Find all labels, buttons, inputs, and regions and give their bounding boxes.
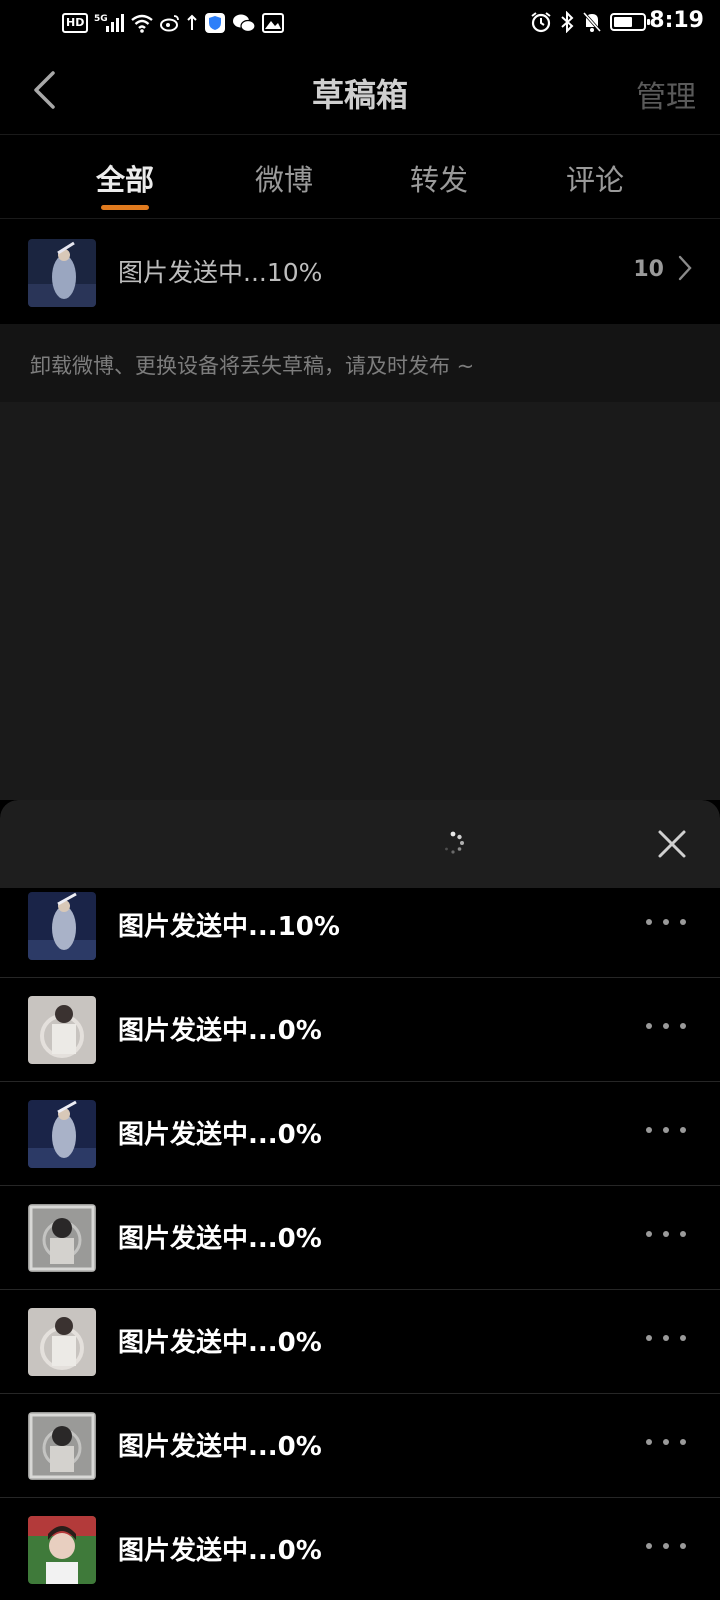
close-button[interactable] [654, 826, 690, 862]
mute-bell-icon [582, 11, 602, 33]
battery-icon [610, 13, 650, 31]
active-tab-indicator [101, 205, 149, 210]
5g-signal-icon: 5G [94, 12, 125, 34]
more-options-button[interactable] [646, 1014, 686, 1038]
wifi-icon [130, 12, 154, 34]
draft-thumbnail [28, 1412, 96, 1480]
list-item[interactable]: 图片发送中...0% [0, 1082, 720, 1186]
more-options-button[interactable] [646, 910, 686, 934]
draft-status-text: 图片发送中...0% [118, 1432, 322, 1462]
draft-box-screen: HD 5G 8:19 草稿箱 管理 全部 微博 转发 评论 图片发送中...10… [0, 0, 720, 1600]
list-item[interactable]: 图片发送中...0% [0, 1394, 720, 1498]
list-item[interactable]: 图片发送中...0% [0, 1498, 720, 1600]
draft-status-text: 图片发送中...0% [118, 1328, 322, 1358]
draft-thumbnail [28, 1516, 96, 1584]
draft-thumbnail [28, 1100, 96, 1168]
sending-drafts-sheet: 图片发送中...10% 图片发送中...0% 图片发送中...0% 图片发送中.… [0, 800, 720, 1600]
status-left-icons: HD 5G [62, 12, 285, 34]
tab-repost[interactable]: 转发 [379, 157, 499, 199]
draft-thumbnail [28, 1204, 96, 1272]
more-options-button[interactable] [646, 1326, 686, 1350]
draft-status-text: 图片发送中...0% [118, 1536, 322, 1566]
more-options-button[interactable] [646, 1534, 686, 1558]
shield-icon [204, 12, 226, 34]
upload-arrow-icon [186, 12, 198, 34]
more-options-button[interactable] [646, 1222, 686, 1246]
alarm-icon [530, 11, 552, 33]
list-item[interactable]: 图片发送中...10% [0, 874, 720, 978]
draft-status-text: 图片发送中...0% [118, 1120, 322, 1150]
empty-content-area [0, 402, 720, 800]
close-icon [658, 830, 686, 858]
tab-bar: 全部 微博 转发 评论 [0, 134, 720, 217]
tab-comment[interactable]: 评论 [535, 157, 655, 199]
status-bar: HD 5G 8:19 [0, 0, 720, 48]
more-options-button[interactable] [646, 1118, 686, 1142]
draft-status-text: 图片发送中...0% [118, 1016, 322, 1046]
weibo-icon [160, 12, 180, 34]
svg-text:5G: 5G [94, 14, 108, 24]
draft-status-text: 图片发送中...0% [118, 1224, 322, 1254]
loading-spinner-icon [445, 831, 464, 854]
hd-icon: HD [62, 13, 89, 33]
draft-summary-text: 图片发送中...10% [118, 258, 323, 287]
draft-count: 10 [633, 257, 664, 282]
more-options-button[interactable] [646, 1430, 686, 1454]
draft-summary-row[interactable]: 图片发送中...10% 10 [0, 218, 720, 325]
manage-button[interactable]: 管理 [636, 72, 696, 116]
list-item[interactable]: 图片发送中...0% [0, 1290, 720, 1394]
status-time: 8:19 [649, 8, 704, 33]
tab-all[interactable]: 全部 [65, 157, 185, 199]
page-title: 草稿箱 [311, 76, 408, 114]
draft-thumbnail [28, 996, 96, 1064]
draft-thumbnail [28, 239, 96, 307]
draft-warning-band: 卸载微博、更换设备将丢失草稿，请及时发布 ~ [0, 324, 720, 402]
status-right-icons [530, 11, 650, 33]
draft-thumbnail [28, 892, 96, 960]
gallery-icon [262, 12, 285, 34]
list-item[interactable]: 图片发送中...0% [0, 1186, 720, 1290]
draft-thumbnail [28, 1308, 96, 1376]
list-item[interactable]: 图片发送中...0% [0, 978, 720, 1082]
draft-status-text: 图片发送中...10% [118, 912, 340, 942]
draft-warning-text: 卸载微博、更换设备将丢失草稿，请及时发布 ~ [30, 354, 475, 378]
wechat-icon [232, 12, 256, 34]
title-bar: 草稿箱 管理 [0, 48, 720, 134]
chevron-right-icon [678, 255, 692, 285]
tab-weibo[interactable]: 微博 [224, 157, 344, 199]
bluetooth-icon [560, 11, 574, 33]
